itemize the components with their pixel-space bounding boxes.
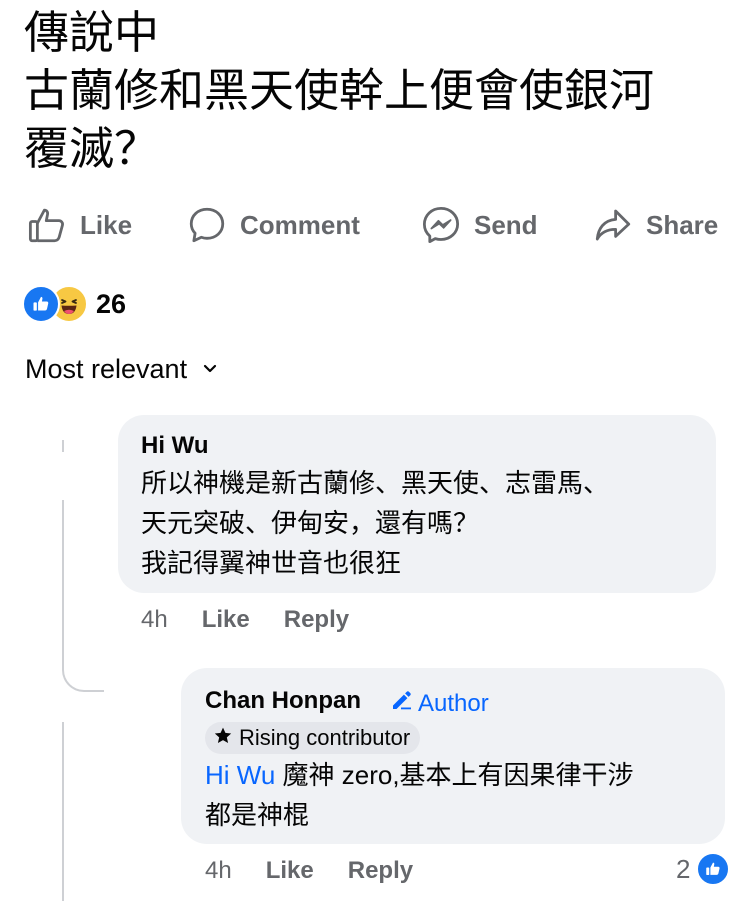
- comment-text: Hi Wu 魔神 zero,基本上有因果律干涉: [205, 756, 634, 794]
- comment-reply-button[interactable]: Reply: [284, 606, 349, 634]
- rising-contributor-label: Rising contributor: [239, 725, 411, 750]
- comment-author[interactable]: Chan Honpan: [205, 687, 361, 715]
- post-line: 覆滅？: [24, 123, 160, 174]
- sort-label: Most relevant: [25, 354, 188, 384]
- like-reaction-icon: [22, 285, 60, 323]
- comment-text: 我記得翼神世音也很狂: [141, 548, 402, 578]
- like-reaction-icon: [696, 852, 731, 886]
- thread-connector: [62, 440, 64, 452]
- comment-text: 都是神棍: [205, 800, 310, 830]
- comment-meta: 4h Like Reply: [141, 606, 349, 634]
- post-line: 傳說中: [24, 7, 160, 58]
- comment-button[interactable]: Comment: [186, 197, 360, 253]
- chevron-down-icon: [203, 361, 217, 379]
- like-label: Like: [80, 209, 133, 240]
- author-badge: Author: [390, 688, 489, 719]
- post-text: 傳說中 古蘭修和黑天使幹上便會使銀河 覆滅？: [24, 4, 724, 178]
- thread-connector: [62, 722, 64, 901]
- pencil-icon: [390, 688, 418, 719]
- comment-text-body: 魔神 zero,基本上有因果律干涉: [275, 760, 634, 790]
- post-action-bar: Like Comment Send Share: [0, 197, 750, 253]
- comment-label: Comment: [240, 209, 360, 240]
- reactions-summary[interactable]: 26: [22, 285, 126, 323]
- send-button[interactable]: Send: [420, 197, 538, 253]
- share-label: Share: [646, 209, 719, 240]
- share-button[interactable]: Share: [592, 197, 718, 253]
- comment-author[interactable]: Hi Wu: [141, 432, 209, 460]
- send-label: Send: [474, 209, 538, 240]
- rising-contributor-badge: Rising contributor: [205, 722, 421, 754]
- star-icon: [213, 726, 233, 751]
- comment-icon: [186, 204, 228, 246]
- post-line: 古蘭修和黑天使幹上便會使銀河: [24, 65, 655, 116]
- comment-like-button[interactable]: Like: [266, 857, 314, 885]
- comment-sort-dropdown[interactable]: Most relevant: [25, 354, 217, 385]
- comment-reply-button[interactable]: Reply: [348, 857, 413, 885]
- thumbs-up-icon: [26, 204, 68, 246]
- comment-text: 天元突破、伊甸安，還有嗎？: [141, 508, 480, 538]
- comment-time: 4h: [205, 857, 232, 884]
- author-badge-label: Author: [418, 689, 489, 717]
- share-arrow-icon: [592, 204, 634, 246]
- comment-time: 4h: [141, 606, 168, 633]
- like-button[interactable]: Like: [26, 197, 132, 253]
- comment-reaction-count: 2: [676, 853, 691, 884]
- messenger-icon: [420, 204, 462, 246]
- thread-connector: [62, 500, 104, 692]
- reaction-count: 26: [96, 288, 127, 319]
- comment-like-button[interactable]: Like: [202, 606, 250, 634]
- comment-meta: 4h Like Reply: [205, 857, 413, 885]
- mention-link[interactable]: Hi Wu: [205, 760, 275, 790]
- comment-reaction-summary[interactable]: 2: [676, 852, 731, 886]
- comment-text: 所以神機是新古蘭修、黑天使、志雷馬、: [141, 468, 610, 498]
